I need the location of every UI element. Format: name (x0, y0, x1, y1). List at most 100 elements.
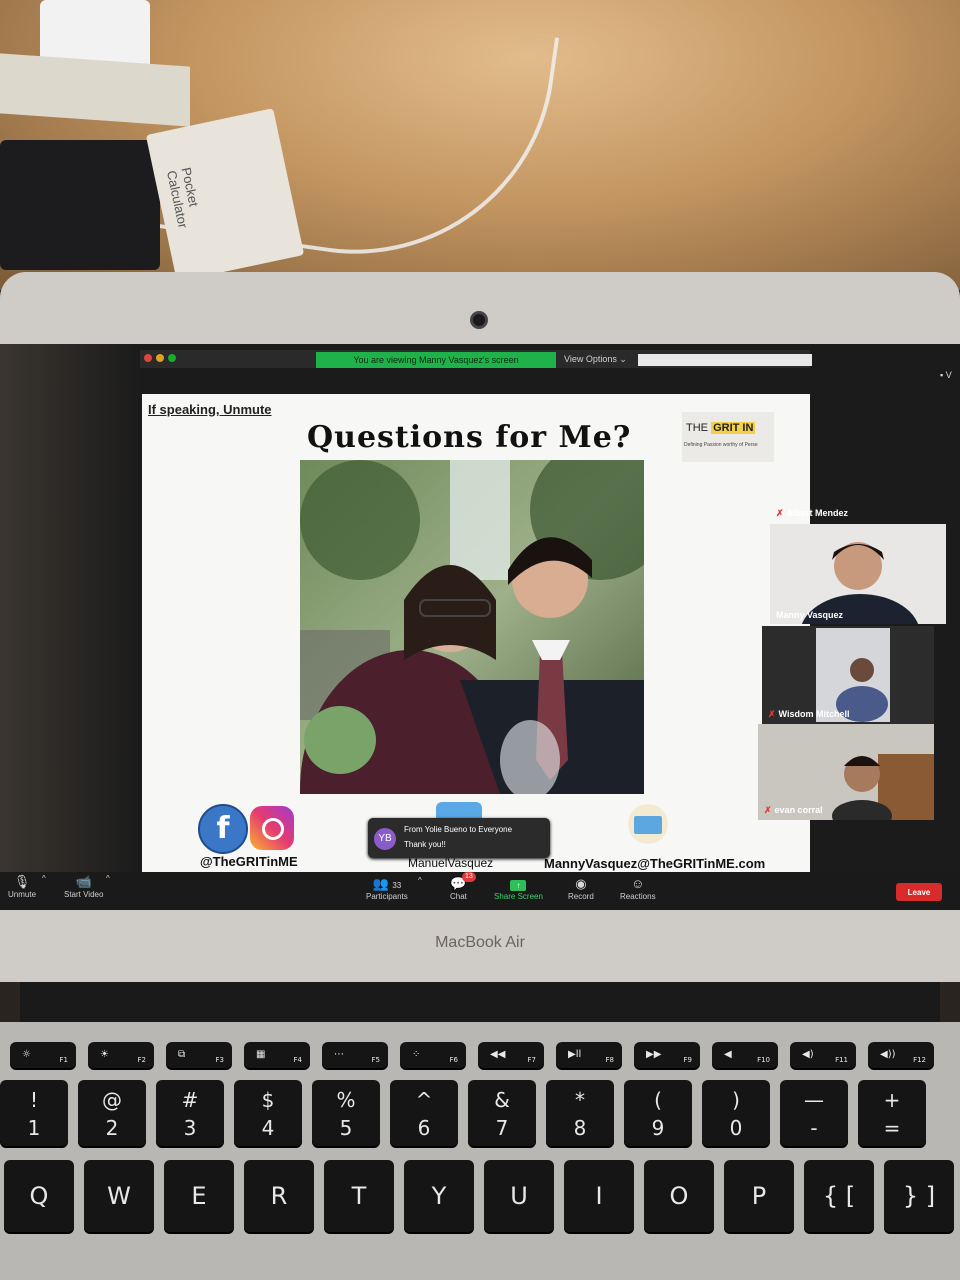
facebook-icon[interactable]: f (198, 804, 248, 854)
presenter-email: MannyVasquez@TheGRITinME.com (544, 856, 766, 871)
participant-tile-albert[interactable]: ✗ Albert Mendez (776, 508, 848, 519)
function-key-label: F6 (449, 1056, 458, 1064)
participants-caret[interactable]: ^ (418, 876, 422, 885)
laptop-brand: MacBook Air (435, 934, 525, 951)
slide-photo (300, 460, 644, 794)
number-key[interactable]: #3 (156, 1080, 224, 1146)
reactions-button[interactable]: ☺ Reactions (620, 876, 656, 901)
start-video-button[interactable]: 📹 Start Video (64, 874, 103, 899)
function-key-icon: ◀) (802, 1049, 814, 1060)
letter-key[interactable]: R (244, 1160, 314, 1232)
letter-key[interactable]: Q (4, 1160, 74, 1232)
instagram-icon[interactable] (250, 806, 294, 850)
number-key[interactable]: & 7 (468, 1080, 536, 1146)
mic-muted-icon: ✗ (768, 709, 776, 719)
letter-key[interactable]: E (164, 1160, 234, 1232)
participant-tile-wisdom[interactable]: ✗ Wisdom Mitchell (762, 626, 934, 724)
number-key[interactable]: % 5 (312, 1080, 380, 1146)
letter-key[interactable]: O (644, 1160, 714, 1232)
close-window-button[interactable] (144, 354, 152, 362)
participants-label: Participants (366, 892, 408, 901)
number-key[interactable]: (9 (624, 1080, 692, 1146)
function-key-icon: ⧉ (178, 1049, 186, 1060)
number-key[interactable]: — - (780, 1080, 848, 1146)
record-icon: ◉ (575, 876, 587, 891)
number-key[interactable]: ) 0 (702, 1080, 770, 1146)
logo-tagline: Defining Passion worthy of Perse (684, 442, 758, 448)
laptop-hinge (20, 982, 940, 1022)
letter-key[interactable]: P (724, 1160, 794, 1232)
participant-tile-manny[interactable]: Manny Vasquez (770, 524, 946, 624)
participant-tile-evan[interactable]: ✗ evan corral (758, 724, 934, 820)
grit-logo: THE GRIT IN Defining Passion worthy of P… (682, 412, 774, 462)
key-shift-symbol: @ (102, 1088, 122, 1112)
leave-button[interactable]: Leave (896, 883, 942, 901)
unmute-button[interactable]: 🎙 Unmute (8, 874, 36, 899)
function-key[interactable]: ▦ F4 (244, 1042, 310, 1068)
key-shift-symbol: ) (732, 1088, 740, 1112)
letter-key[interactable]: Y (404, 1160, 474, 1232)
function-key-label: F1 (59, 1056, 68, 1064)
zoom-window-button[interactable] (168, 354, 176, 362)
function-key[interactable]: ⧉ F3 (166, 1042, 232, 1068)
calculator (0, 140, 160, 270)
function-key-label: F5 (371, 1056, 380, 1064)
key-shift-symbol: ! (29, 1088, 39, 1112)
function-key-label: F7 (527, 1056, 536, 1064)
key-shift-symbol: * (575, 1088, 585, 1112)
function-key[interactable]: ◀)) F12 (868, 1042, 934, 1068)
chat-unread-badge: 13 (462, 872, 476, 882)
view-options-menu[interactable]: View Options ⌄ (564, 354, 627, 365)
function-key-icon: ☀ (100, 1049, 109, 1060)
key-shift-symbol: + (883, 1088, 901, 1112)
keyboard: ☼ F1 ☀ F2 ⧉ F3 ▦ F4 ⋯ F5 ⁘ F6 ◀◀ F7 ▶ll F8 ▶▶ F9 ◀ F10 ◀) F11… (0, 1022, 960, 1280)
shared-slide: If speaking, Unmute Questions for Me? TH… (142, 394, 810, 872)
number-key[interactable]: ! 1 (0, 1080, 68, 1146)
letter-key[interactable]: T (324, 1160, 394, 1232)
participant-name: Albert Mendez (786, 508, 849, 518)
participant-name: ✗ Wisdom Mitchell (768, 709, 849, 720)
start-video-label: Start Video (64, 890, 104, 899)
audio-options-caret[interactable]: ^ (42, 874, 46, 883)
function-key[interactable]: ◀◀ F7 (478, 1042, 544, 1068)
key-shift-symbol: — (804, 1088, 824, 1112)
function-key[interactable]: ⋯ F5 (322, 1042, 388, 1068)
letter-key[interactable]: { [ (804, 1160, 874, 1232)
function-key-label: F12 (913, 1056, 926, 1064)
key-shift-symbol: ( (654, 1088, 662, 1112)
chat-notification[interactable]: YB From Yolie Bueno to Everyone Thank yo… (368, 818, 550, 858)
function-key[interactable]: ▶▶ F9 (634, 1042, 700, 1068)
letter-key[interactable]: U (484, 1160, 554, 1232)
viewing-screen-banner: You are viewing Manny Vasquez's screen (316, 352, 556, 368)
gallery-view-toggle[interactable]: ▪ V (940, 370, 952, 380)
function-key[interactable]: ⁘ F6 (400, 1042, 466, 1068)
letter-key[interactable]: I (564, 1160, 634, 1232)
record-button[interactable]: ◉ Record (568, 876, 594, 901)
participants-button[interactable]: 👥 33 Participants (366, 876, 408, 901)
minimize-window-button[interactable] (156, 354, 164, 362)
number-key[interactable]: $4 (234, 1080, 302, 1146)
mail-icon (628, 804, 668, 844)
key-digit: 5 (339, 1116, 353, 1140)
number-key[interactable]: * 8 (546, 1080, 614, 1146)
function-key[interactable]: ▶ll F8 (556, 1042, 622, 1068)
share-screen-button[interactable]: ↑ Share Screen (494, 876, 543, 901)
function-key[interactable]: ◀ F10 (712, 1042, 778, 1068)
share-screen-icon: ↑ (494, 876, 543, 892)
number-key[interactable]: ^ 6 (390, 1080, 458, 1146)
function-key[interactable]: ☼ F1 (10, 1042, 76, 1068)
video-options-caret[interactable]: ^ (106, 874, 110, 883)
video-off-icon: 📹 (75, 874, 92, 889)
function-key-label: F8 (605, 1056, 614, 1064)
mic-muted-icon: ✗ (776, 508, 784, 518)
function-key[interactable]: ☀ F2 (88, 1042, 154, 1068)
participant-name-text: evan corral (774, 805, 823, 815)
function-key[interactable]: ◀) F11 (790, 1042, 856, 1068)
letter-key[interactable]: } ] (884, 1160, 954, 1232)
social-handle: @TheGRITinME (200, 854, 298, 869)
letter-key[interactable]: W (84, 1160, 154, 1232)
number-key[interactable]: @2 (78, 1080, 146, 1146)
number-key[interactable]: + = (858, 1080, 926, 1146)
function-key-icon: ◀◀ (490, 1049, 506, 1060)
participant-name: Manny Vasquez (776, 610, 844, 620)
